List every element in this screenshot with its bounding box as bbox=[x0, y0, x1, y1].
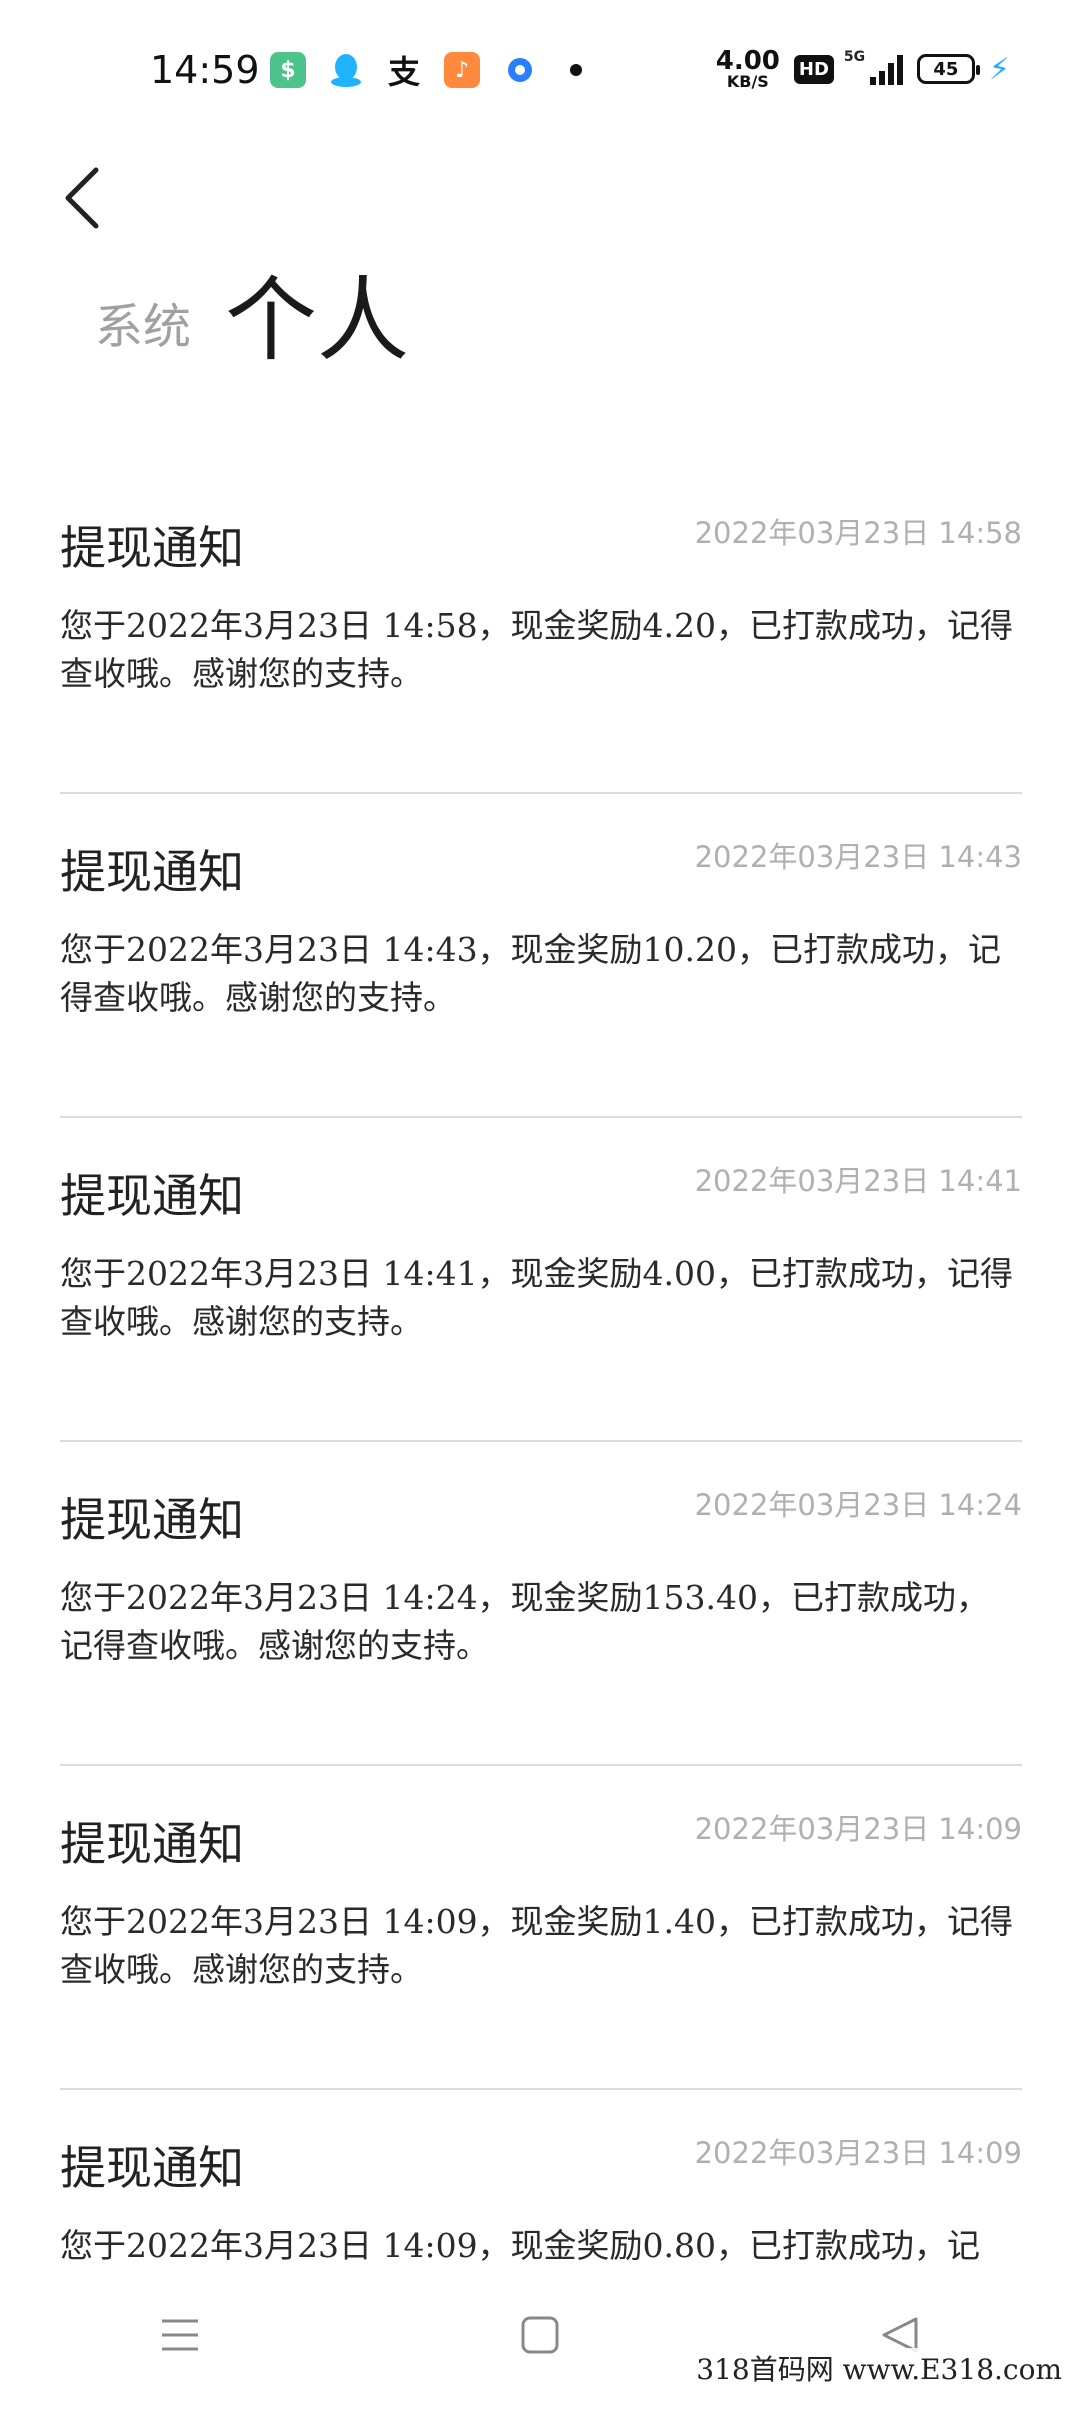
message-tabs: 系统 个人 bbox=[95, 275, 409, 367]
more-notifications-dot bbox=[570, 64, 582, 76]
list-item[interactable]: 提现通知 2022年03月23日 14:43 您于2022年3月23日 14:4… bbox=[60, 794, 1022, 1118]
notification-body: 您于2022年3月23日 14:41，现金奖励4.00，已打款成功，记得查收哦。… bbox=[60, 1250, 1022, 1346]
charging-icon: ⚡ bbox=[989, 52, 1010, 87]
shield-app-icon: $ bbox=[270, 52, 306, 88]
notification-title: 提现通知 bbox=[60, 1808, 244, 1874]
chevron-left-icon bbox=[62, 166, 102, 230]
network-type: 5G bbox=[844, 49, 865, 65]
square-icon bbox=[520, 2315, 560, 2355]
notification-body: 您于2022年3月23日 14:09，现金奖励0.80，已打款成功，记 bbox=[60, 2222, 1022, 2270]
status-time: 14:59 bbox=[150, 48, 260, 92]
watermark: 318首码网 www.E318.com bbox=[696, 2348, 1062, 2388]
battery-level: 45 bbox=[933, 59, 958, 80]
alipay-icon: 支 bbox=[386, 52, 422, 88]
notification-body: 您于2022年3月23日 14:09，现金奖励1.40，已打款成功，记得查收哦。… bbox=[60, 1898, 1022, 1994]
net-speed-value: 4.00 bbox=[716, 48, 780, 74]
tab-personal[interactable]: 个人 bbox=[225, 275, 409, 367]
notification-time: 2022年03月23日 14:41 bbox=[695, 1158, 1022, 1200]
status-bar: 14:59 $ 支 ♪ 4.00 KB/S HD 5G 45 ⚡ bbox=[0, 0, 1080, 140]
notification-time: 2022年03月23日 14:09 bbox=[695, 1806, 1022, 1848]
notification-title: 提现通知 bbox=[60, 836, 244, 902]
list-item[interactable]: 提现通知 2022年03月23日 14:09 您于2022年3月23日 14:0… bbox=[60, 1766, 1022, 2090]
home-button[interactable] bbox=[500, 2295, 580, 2375]
notification-time: 2022年03月23日 14:43 bbox=[695, 834, 1022, 876]
notification-body: 您于2022年3月23日 14:43，现金奖励10.20，已打款成功，记得查收哦… bbox=[60, 926, 1022, 1022]
notification-title: 提现通知 bbox=[60, 1484, 244, 1550]
menu-button[interactable] bbox=[140, 2295, 220, 2375]
net-speed-unit: KB/S bbox=[727, 74, 769, 90]
net-speed: 4.00 KB/S bbox=[716, 48, 780, 90]
list-item[interactable]: 提现通知 2022年03月23日 14:24 您于2022年3月23日 14:2… bbox=[60, 1442, 1022, 1766]
notification-time: 2022年03月23日 14:09 bbox=[695, 2130, 1022, 2172]
notification-title: 提现通知 bbox=[60, 2132, 244, 2198]
notification-time: 2022年03月23日 14:24 bbox=[695, 1482, 1022, 1524]
notification-body: 您于2022年3月23日 14:58，现金奖励4.20，已打款成功，记得查收哦。… bbox=[60, 602, 1022, 698]
hd-badge: HD bbox=[794, 55, 834, 84]
browser-app-icon bbox=[502, 52, 538, 88]
notification-title: 提现通知 bbox=[60, 1160, 244, 1226]
qq-icon bbox=[328, 52, 364, 88]
notification-time: 2022年03月23日 14:58 bbox=[695, 510, 1022, 552]
back-button[interactable] bbox=[52, 158, 112, 238]
music-app-icon: ♪ bbox=[444, 52, 480, 88]
list-item[interactable]: 提现通知 2022年03月23日 14:41 您于2022年3月23日 14:4… bbox=[60, 1118, 1022, 1442]
list-item[interactable]: 提现通知 2022年03月23日 14:58 您于2022年3月23日 14:5… bbox=[60, 470, 1022, 794]
signal-icon: 5G bbox=[848, 53, 903, 85]
menu-icon bbox=[160, 2317, 200, 2353]
tab-system[interactable]: 系统 bbox=[95, 287, 191, 367]
system-status-icons: 4.00 KB/S HD 5G 45 ⚡ bbox=[716, 48, 1010, 90]
notification-body: 您于2022年3月23日 14:24，现金奖励153.40，已打款成功，记得查收… bbox=[60, 1574, 1022, 1670]
notification-list: 提现通知 2022年03月23日 14:58 您于2022年3月23日 14:5… bbox=[60, 470, 1022, 2414]
notification-title: 提现通知 bbox=[60, 512, 244, 578]
battery-icon: 45 bbox=[917, 54, 975, 84]
notification-icons: $ 支 ♪ bbox=[270, 52, 582, 88]
